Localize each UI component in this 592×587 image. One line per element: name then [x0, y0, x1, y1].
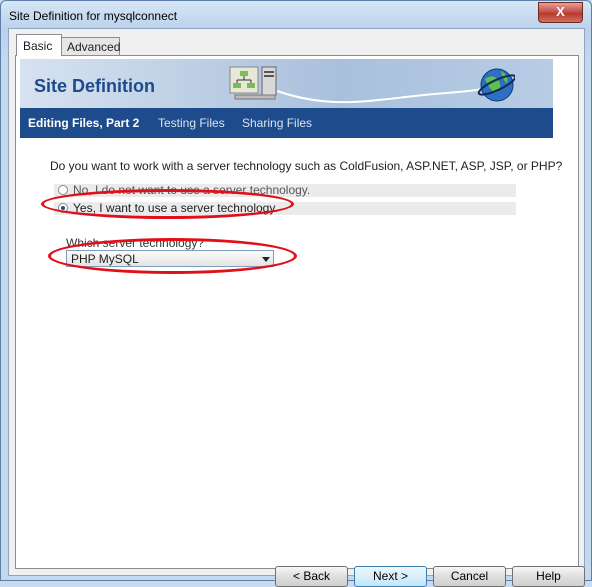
annotation-ellipse-select	[48, 238, 297, 274]
cancel-button[interactable]: Cancel	[433, 566, 506, 587]
server-tech-question: Do you want to work with a server techno…	[50, 159, 563, 173]
org-chart-icon	[229, 66, 259, 94]
banner-title: Site Definition	[34, 76, 155, 96]
connection-curve	[276, 88, 484, 104]
wizard-nav: Editing Files, Part 2 Testing Files Shar…	[20, 108, 553, 138]
dialog-body: Basic Advanced Site Definition Editing F…	[8, 28, 585, 587]
network-globe-illustration	[229, 66, 515, 104]
tab-panel: Site Definition Editing Files, Part 2 Te…	[15, 55, 585, 587]
radio-no[interactable]	[58, 185, 68, 195]
site-definition-window: Site Definition for mysqlconnect X Basic…	[0, 0, 592, 587]
back-button[interactable]: < Back	[275, 566, 348, 587]
close-button[interactable]: X	[538, 2, 583, 23]
title-bar[interactable]: Site Definition for mysqlconnect X	[1, 1, 591, 29]
nav-editing-files: Editing Files, Part 2	[28, 116, 140, 130]
annotation-ellipse-yes	[41, 189, 294, 219]
next-button[interactable]: Next >	[354, 566, 427, 587]
tab-advanced[interactable]: Advanced	[60, 37, 120, 57]
globe-icon	[477, 68, 515, 102]
nav-testing-files: Testing Files	[158, 116, 225, 130]
banner: Site Definition	[20, 59, 553, 108]
tab-basic[interactable]: Basic	[16, 34, 62, 56]
window-title: Site Definition for mysqlconnect	[9, 9, 178, 23]
nav-sharing-files: Sharing Files	[242, 116, 313, 130]
help-button[interactable]: Help	[512, 566, 585, 587]
